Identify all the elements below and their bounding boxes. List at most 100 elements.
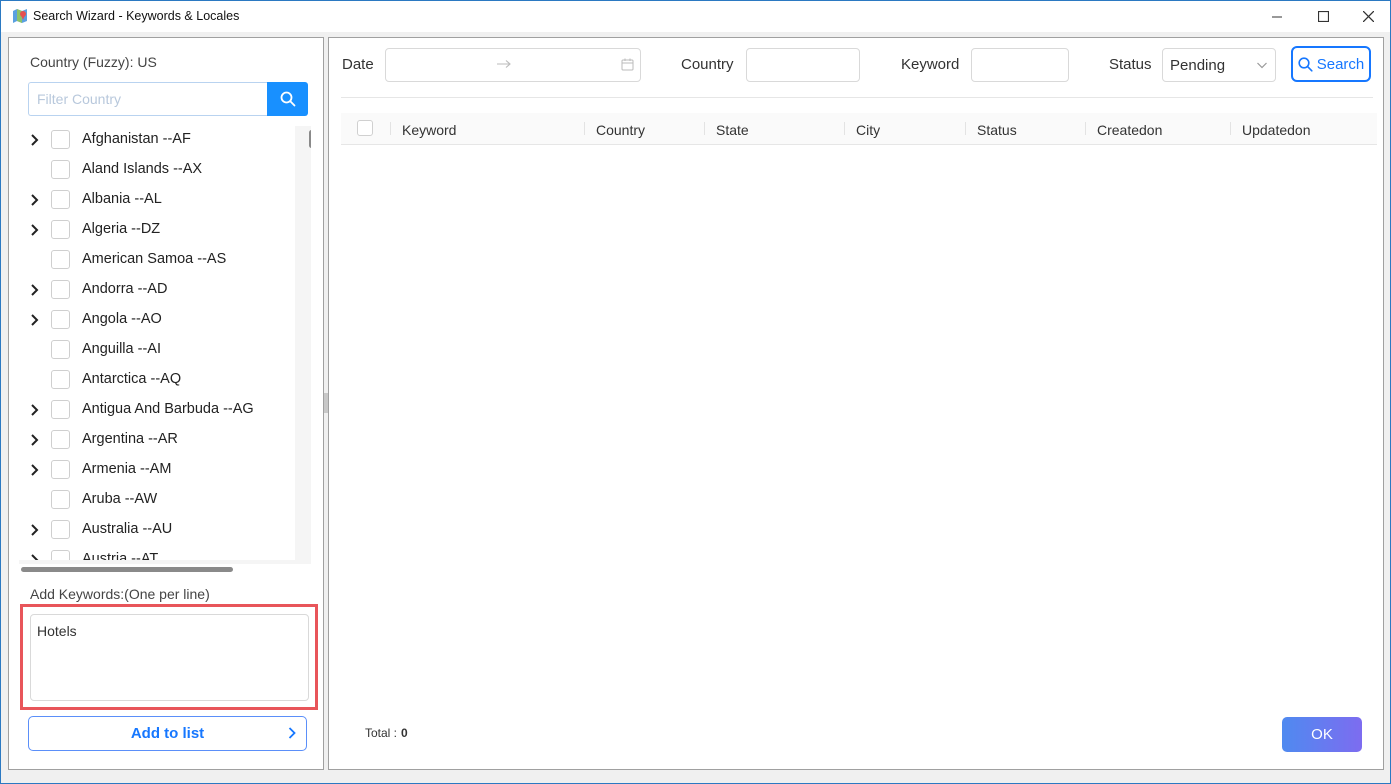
- search-icon: [280, 91, 295, 107]
- column-header-city[interactable]: City: [856, 122, 880, 138]
- total-value: 0: [401, 726, 408, 740]
- close-icon: [1362, 11, 1374, 22]
- maximize-icon: [1317, 11, 1329, 22]
- column-divider: [965, 122, 966, 135]
- arrow-right-icon: [497, 60, 511, 68]
- status-selected-value: Pending: [1170, 57, 1226, 74]
- close-button[interactable]: [1345, 1, 1391, 32]
- search-button-label: Search: [1316, 55, 1365, 73]
- calendar-icon: [621, 58, 634, 71]
- minimize-button[interactable]: [1254, 1, 1300, 32]
- country-panel: Country (Fuzzy): US Afghanistan --AF Alan…: [8, 37, 324, 770]
- country-checkbox[interactable]: [51, 460, 70, 479]
- column-divider: [584, 122, 585, 135]
- app-window: Search Wizard - Keywords & Locales Count…: [0, 0, 1391, 784]
- expand-arrow-icon[interactable]: [29, 313, 41, 327]
- country-tree-item[interactable]: Anguilla --AI: [19, 336, 295, 366]
- country-tree-item[interactable]: Austria --AT: [19, 546, 295, 560]
- country-checkbox[interactable]: [51, 550, 70, 560]
- column-header-keyword[interactable]: Keyword: [402, 122, 456, 138]
- column-divider: [1230, 122, 1231, 135]
- status-select[interactable]: Pending: [1162, 48, 1276, 82]
- expand-arrow-icon[interactable]: [29, 223, 41, 237]
- country-tree-item[interactable]: Albania --AL: [19, 186, 295, 216]
- window-title: Search Wizard - Keywords & Locales: [33, 9, 240, 23]
- ok-button-label: OK: [1311, 726, 1333, 743]
- expand-arrow-icon[interactable]: [29, 403, 41, 417]
- search-button[interactable]: Search: [1291, 46, 1371, 82]
- select-all-checkbox[interactable]: [357, 120, 373, 136]
- country-tree-item[interactable]: Armenia --AM: [19, 456, 295, 486]
- country-label: Antarctica --AQ: [82, 371, 182, 387]
- country-checkbox[interactable]: [51, 400, 70, 419]
- country-tree-item[interactable]: Andorra --AD: [19, 276, 295, 306]
- filter-country-input[interactable]: [28, 82, 268, 116]
- expand-arrow-icon[interactable]: [29, 463, 41, 477]
- country-checkbox[interactable]: [51, 370, 70, 389]
- total-label: Total :: [365, 726, 398, 740]
- country-checkbox[interactable]: [51, 130, 70, 149]
- country-fuzzy-label: Country (Fuzzy): US: [30, 54, 157, 70]
- country-checkbox[interactable]: [51, 250, 70, 269]
- country-tree-item[interactable]: Argentina --AR: [19, 426, 295, 456]
- total-count: Total :0: [365, 726, 408, 740]
- country-label: Angola --AO: [82, 311, 162, 327]
- country-tree-item[interactable]: Australia --AU: [19, 516, 295, 546]
- expand-arrow-icon[interactable]: [29, 193, 41, 207]
- country-tree-item[interactable]: American Samoa --AS: [19, 246, 295, 276]
- ok-button[interactable]: OK: [1282, 717, 1362, 752]
- country-label: Austria --AT: [82, 551, 159, 560]
- add-keywords-label: Add Keywords:(One per line): [30, 586, 210, 602]
- maximize-button[interactable]: [1300, 1, 1346, 32]
- country-label: Afghanistan --AF: [82, 131, 191, 147]
- keywords-textarea[interactable]: Hotels: [30, 614, 309, 701]
- title-bar: Search Wizard - Keywords & Locales: [1, 1, 1390, 32]
- country-checkbox[interactable]: [51, 160, 70, 179]
- country-tree-item[interactable]: Antarctica --AQ: [19, 366, 295, 396]
- app-map-icon: [13, 9, 27, 23]
- keyword-filter-input[interactable]: [971, 48, 1069, 82]
- country-label: Aland Islands --AX: [82, 161, 203, 177]
- expand-arrow-icon[interactable]: [29, 523, 41, 537]
- expand-arrow-icon[interactable]: [29, 433, 41, 447]
- country-tree-item[interactable]: Aland Islands --AX: [19, 156, 295, 186]
- column-header-createdon[interactable]: Createdon: [1097, 122, 1162, 138]
- column-divider: [1085, 122, 1086, 135]
- country-checkbox[interactable]: [51, 490, 70, 509]
- expand-arrow-icon[interactable]: [29, 553, 41, 560]
- country-tree-item[interactable]: Afghanistan --AF: [19, 126, 295, 156]
- country-checkbox[interactable]: [51, 220, 70, 239]
- keywords-highlight-box: Hotels: [20, 604, 318, 710]
- country-checkbox[interactable]: [51, 190, 70, 209]
- expand-arrow-icon[interactable]: [29, 283, 41, 297]
- tree-horizontal-scrollbar[interactable]: [21, 567, 233, 572]
- column-header-country[interactable]: Country: [596, 122, 645, 138]
- tree-vertical-scrollbar[interactable]: [309, 130, 311, 148]
- country-label: Armenia --AM: [82, 461, 172, 477]
- chevron-down-icon: [1257, 62, 1267, 69]
- country-checkbox[interactable]: [51, 340, 70, 359]
- country-checkbox[interactable]: [51, 310, 70, 329]
- expand-arrow-icon[interactable]: [29, 133, 41, 147]
- country-checkbox[interactable]: [51, 520, 70, 539]
- filter-search-button[interactable]: [267, 82, 308, 116]
- country-tree-item[interactable]: Aruba --AW: [19, 486, 295, 516]
- column-header-updatedon[interactable]: Updatedon: [1242, 122, 1311, 138]
- column-header-status[interactable]: Status: [977, 122, 1017, 138]
- country-label: Antigua And Barbuda --AG: [82, 401, 254, 417]
- column-header-state[interactable]: State: [716, 122, 749, 138]
- results-panel: Date Country Keyword Status Pending Sear…: [328, 37, 1384, 770]
- country-tree-item[interactable]: Algeria --DZ: [19, 216, 295, 246]
- date-range-picker[interactable]: [385, 48, 641, 82]
- date-filter-label: Date: [342, 56, 374, 73]
- country-tree-item[interactable]: Antigua And Barbuda --AG: [19, 396, 295, 426]
- add-to-list-button[interactable]: Add to list: [28, 716, 307, 751]
- country-tree-list[interactable]: Afghanistan --AF Aland Islands --AX Albani…: [19, 126, 295, 560]
- country-checkbox[interactable]: [51, 280, 70, 299]
- country-filter-input[interactable]: [746, 48, 860, 82]
- country-tree-item[interactable]: Angola --AO: [19, 306, 295, 336]
- column-divider: [704, 122, 705, 135]
- country-label: Albania --AL: [82, 191, 162, 207]
- country-checkbox[interactable]: [51, 430, 70, 449]
- country-label: Andorra --AD: [82, 281, 168, 297]
